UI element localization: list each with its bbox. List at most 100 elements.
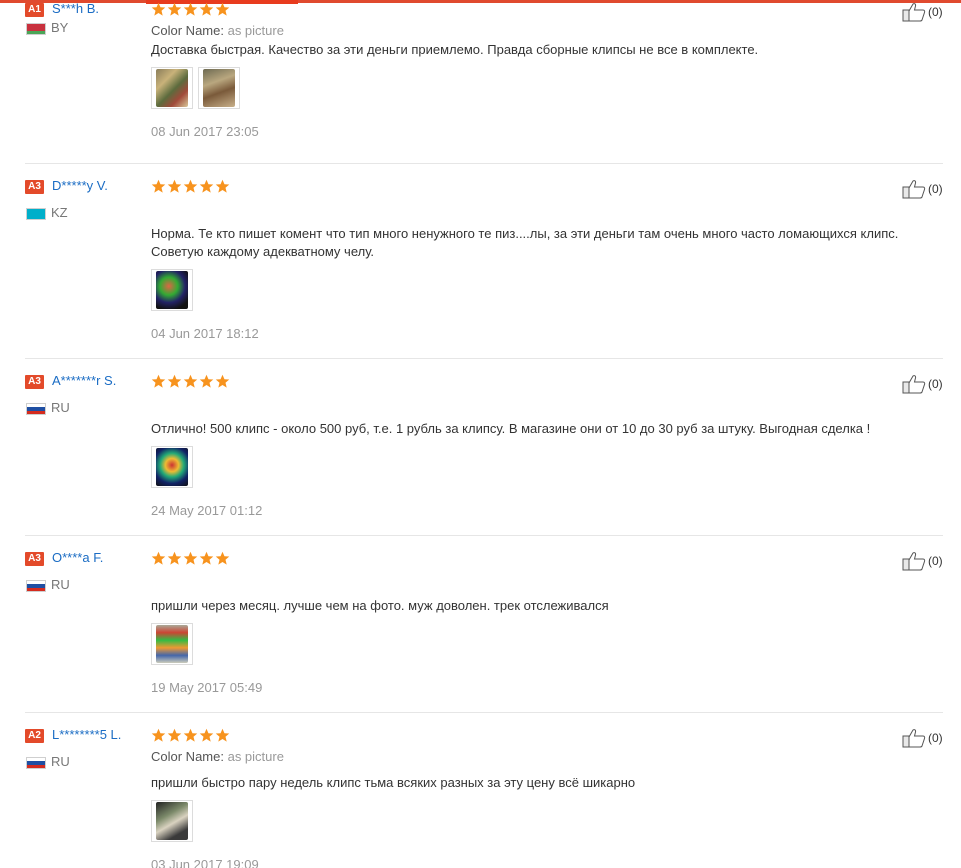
review-photo-thumbnail[interactable] [151,67,193,109]
review-item: A2 L********5 L. RU Color Name: as picture п… [0,718,961,868]
helpful-button[interactable]: (0) [902,728,943,748]
review-item: A3 O****a F. RU пришли через месяц. лучше ч… [0,541,961,721]
star-icon [199,2,214,16]
review-text: Норма. Те кто пишет комент что тип много… [151,226,899,259]
reviewer-name[interactable]: S***h B. [52,1,99,16]
reviewer-country: RU [51,577,70,592]
color-name-value: as picture [227,23,284,38]
buyer-level-badge: A2 [25,729,44,743]
reviewer-name[interactable]: O****a F. [52,550,103,565]
sku-color-line: Color Name: as picture [151,23,284,38]
review-text: Отлично! 500 клипс - около 500 руб, т.е.… [151,421,871,436]
country-flag-icon [26,757,46,769]
review-photos [151,67,240,109]
review-text: пришли быстро пару недель клипс тьма вся… [151,775,636,790]
review-photo-thumbnail[interactable] [198,67,240,109]
review-item: A1 S***h B. BY Color Name: as picture Достав… [0,0,961,172]
star-icon [183,2,198,16]
thumbs-up-icon [902,180,926,199]
color-name-value: as picture [227,749,284,764]
star-icon [215,179,230,193]
thumbs-up-icon [902,375,926,394]
review-photos [151,623,193,665]
review-photos [151,800,193,842]
reviewer-country: RU [51,400,70,415]
reviewer-country: KZ [51,205,68,220]
star-icon [215,728,230,742]
star-icon [151,374,166,388]
buyer-level-badge: A3 [25,552,44,566]
star-icon [167,728,182,742]
star-rating [151,728,230,743]
star-icon [199,179,214,193]
star-icon [151,728,166,742]
country-flag-icon [26,403,46,415]
star-icon [151,551,166,565]
star-icon [215,551,230,565]
reviewer-name[interactable]: D*****y V. [52,178,108,193]
review-divider [25,163,943,164]
star-icon [183,728,198,742]
review-photo [156,69,188,107]
star-rating [151,374,230,389]
helpful-count: (0) [928,554,943,568]
review-photo [203,69,235,107]
star-icon [183,179,198,193]
buyer-level-badge: A1 [25,3,44,17]
star-icon [151,2,166,16]
star-icon [215,374,230,388]
review-divider [25,712,943,713]
review-item: A3 D*****y V. KZ Норма. Те кто пишет комент… [0,169,961,359]
review-date: 19 May 2017 05:49 [151,680,263,695]
helpful-count: (0) [928,182,943,196]
helpful-count: (0) [928,377,943,391]
reviewer-name[interactable]: L********5 L. [52,727,121,742]
thumbs-up-icon [902,3,926,22]
country-flag-icon [26,208,46,220]
star-rating [151,551,230,566]
thumbs-up-icon [902,729,926,748]
review-date: 04 Jun 2017 18:12 [151,326,259,341]
review-divider [25,358,943,359]
star-icon [167,551,182,565]
review-photo-thumbnail[interactable] [151,800,193,842]
star-icon [183,551,198,565]
color-name-label: Color Name: [151,23,224,38]
country-flag-icon [26,23,46,35]
star-icon [151,179,166,193]
star-icon [167,374,182,388]
star-icon [183,374,198,388]
review-photos [151,446,193,488]
star-icon [199,728,214,742]
star-rating [151,2,230,17]
star-rating [151,179,230,194]
star-icon [199,374,214,388]
star-icon [167,179,182,193]
buyer-level-badge: A3 [25,375,44,389]
review-photo [156,271,188,309]
review-photo [156,802,188,840]
reviewer-country: RU [51,754,70,769]
country-flag-icon [26,580,46,592]
color-name-label: Color Name: [151,749,224,764]
review-date: 24 May 2017 01:12 [151,503,263,518]
review-photo [156,448,188,486]
review-date: 03 Jun 2017 19:09 [151,857,259,868]
review-photo-thumbnail[interactable] [151,269,193,311]
review-photo-thumbnail[interactable] [151,623,193,665]
helpful-button[interactable]: (0) [902,179,943,199]
star-icon [215,2,230,16]
review-photo-thumbnail[interactable] [151,446,193,488]
reviewer-country: BY [51,20,69,35]
thumbs-up-icon [902,552,926,571]
reviewer-name[interactable]: A*******r S. [52,373,116,388]
helpful-button[interactable]: (0) [902,374,943,394]
helpful-button[interactable]: (0) [902,2,943,22]
star-icon [167,2,182,16]
review-date: 08 Jun 2017 23:05 [151,124,259,139]
star-icon [199,551,214,565]
review-photo [156,625,188,663]
helpful-button[interactable]: (0) [902,551,943,571]
review-photos [151,269,193,311]
review-text: Доставка быстрая. Качество за эти деньги… [151,42,759,57]
